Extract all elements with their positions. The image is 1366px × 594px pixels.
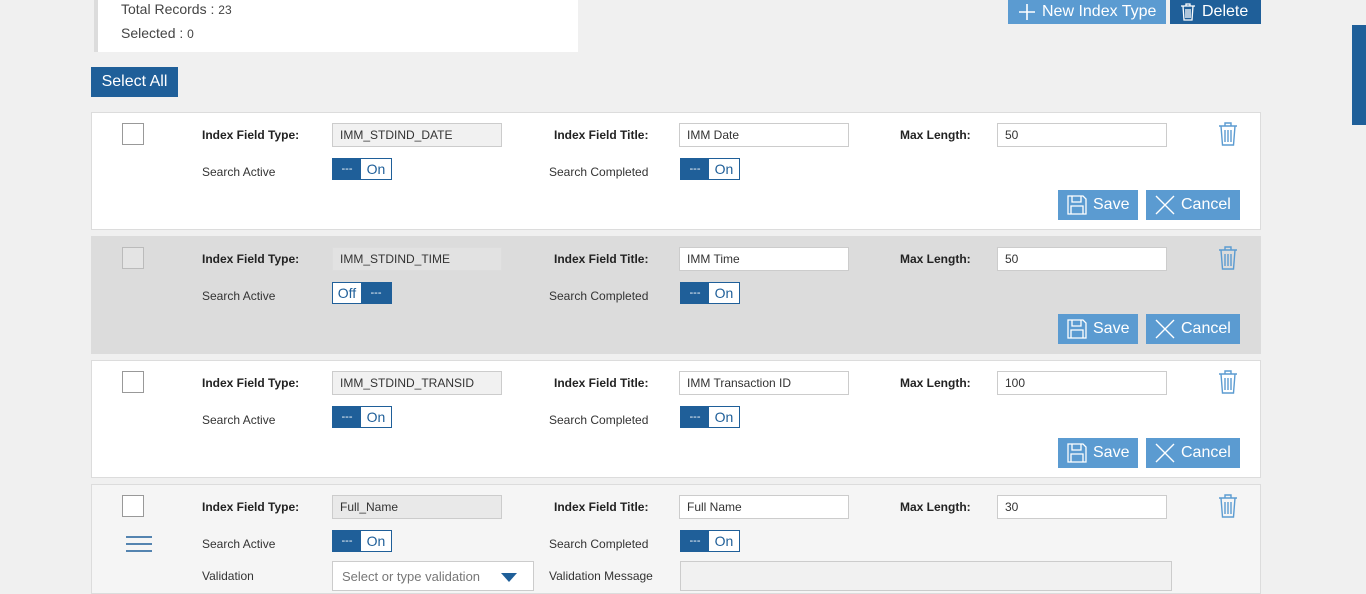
max-length-label: Max Length:: [900, 376, 971, 390]
validation-message-label: Validation Message: [549, 569, 653, 583]
field-type-value: IMM_STDIND_TIME: [332, 247, 502, 271]
select-all-button[interactable]: Select All: [91, 67, 178, 97]
record-card: Index Field Type: IMM_STDIND_TRANSID Ind…: [91, 360, 1261, 478]
max-length-input[interactable]: 50: [997, 247, 1167, 271]
field-type-label: Index Field Type:: [202, 252, 300, 266]
field-type-value: IMM_STDIND_DATE: [332, 123, 502, 147]
search-active-toggle[interactable]: Off ---: [332, 282, 392, 304]
field-title-input[interactable]: Full Name: [679, 495, 849, 519]
max-length-input[interactable]: 100: [997, 371, 1167, 395]
record-checkbox[interactable]: [122, 371, 144, 393]
search-completed-toggle[interactable]: --- On: [680, 158, 740, 180]
search-completed-label: Search Completed: [549, 289, 649, 303]
search-completed-toggle[interactable]: --- On: [680, 530, 740, 552]
trash-icon: [1181, 3, 1195, 21]
field-title-input[interactable]: IMM Time: [679, 247, 849, 271]
max-length-input[interactable]: 50: [997, 123, 1167, 147]
scrollbar-thumb[interactable]: [1352, 25, 1366, 125]
search-active-toggle[interactable]: --- On: [332, 406, 392, 428]
search-completed-label: Search Completed: [549, 165, 649, 179]
total-records: Total Records : 23: [121, 1, 232, 17]
save-button[interactable]: Save: [1058, 438, 1138, 468]
close-icon: [1155, 319, 1175, 339]
search-completed-toggle[interactable]: --- On: [680, 282, 740, 304]
search-active-label: Search Active: [202, 537, 276, 551]
field-type-value: IMM_STDIND_TRANSID: [332, 371, 502, 395]
close-icon: [1155, 195, 1175, 215]
cancel-button[interactable]: Cancel: [1146, 190, 1240, 220]
selected-count: Selected : 0: [121, 25, 194, 41]
search-completed-label: Search Completed: [549, 537, 649, 551]
field-type-label: Index Field Type:: [202, 128, 300, 142]
trash-icon[interactable]: [1217, 121, 1239, 147]
trash-icon[interactable]: [1217, 493, 1239, 519]
field-type-label: Index Field Type:: [202, 500, 300, 514]
new-index-type-button[interactable]: New Index Type: [1008, 0, 1166, 24]
max-length-label: Max Length:: [900, 252, 971, 266]
field-type-value: Full_Name: [332, 495, 502, 519]
chevron-down-icon: [501, 573, 517, 582]
cancel-button[interactable]: Cancel: [1146, 314, 1240, 344]
field-title-label: Index Field Title:: [554, 128, 649, 142]
search-completed-label: Search Completed: [549, 413, 649, 427]
search-active-label: Search Active: [202, 413, 276, 427]
field-title-label: Index Field Title:: [554, 376, 649, 390]
cancel-button[interactable]: Cancel: [1146, 438, 1240, 468]
field-title-input[interactable]: IMM Transaction ID: [679, 371, 849, 395]
plus-icon: [1019, 4, 1035, 20]
search-completed-toggle[interactable]: --- On: [680, 406, 740, 428]
field-title-label: Index Field Title:: [554, 252, 649, 266]
save-button[interactable]: Save: [1058, 314, 1138, 344]
drag-handle-icon[interactable]: [126, 535, 152, 553]
max-length-label: Max Length:: [900, 500, 971, 514]
field-title-input[interactable]: IMM Date: [679, 123, 849, 147]
search-active-label: Search Active: [202, 165, 276, 179]
trash-icon[interactable]: [1217, 245, 1239, 271]
search-active-label: Search Active: [202, 289, 276, 303]
record-card: Index Field Type: Full_Name Index Field …: [91, 484, 1261, 594]
max-length-input[interactable]: 30: [997, 495, 1167, 519]
record-checkbox[interactable]: [122, 495, 144, 517]
max-length-label: Max Length:: [900, 128, 971, 142]
search-active-toggle[interactable]: --- On: [332, 530, 392, 552]
validation-message-input[interactable]: [680, 561, 1172, 591]
validation-select[interactable]: Select or type validation: [332, 561, 534, 591]
field-title-label: Index Field Title:: [554, 500, 649, 514]
record-card: Index Field Type: IMM_STDIND_DATE Index …: [91, 112, 1261, 230]
floppy-disk-icon: [1067, 443, 1087, 463]
record-card: Index Field Type: IMM_STDIND_TIME Index …: [91, 236, 1261, 354]
field-type-label: Index Field Type:: [202, 376, 300, 390]
trash-icon[interactable]: [1217, 369, 1239, 395]
record-checkbox[interactable]: [122, 123, 144, 145]
delete-button[interactable]: Delete: [1170, 0, 1261, 24]
records-summary: Total Records : 23 Selected : 0: [94, 0, 578, 52]
search-active-toggle[interactable]: --- On: [332, 158, 392, 180]
floppy-disk-icon: [1067, 195, 1087, 215]
validation-label: Validation: [202, 569, 254, 583]
close-icon: [1155, 443, 1175, 463]
record-checkbox[interactable]: [122, 247, 144, 269]
floppy-disk-icon: [1067, 319, 1087, 339]
save-button[interactable]: Save: [1058, 190, 1138, 220]
